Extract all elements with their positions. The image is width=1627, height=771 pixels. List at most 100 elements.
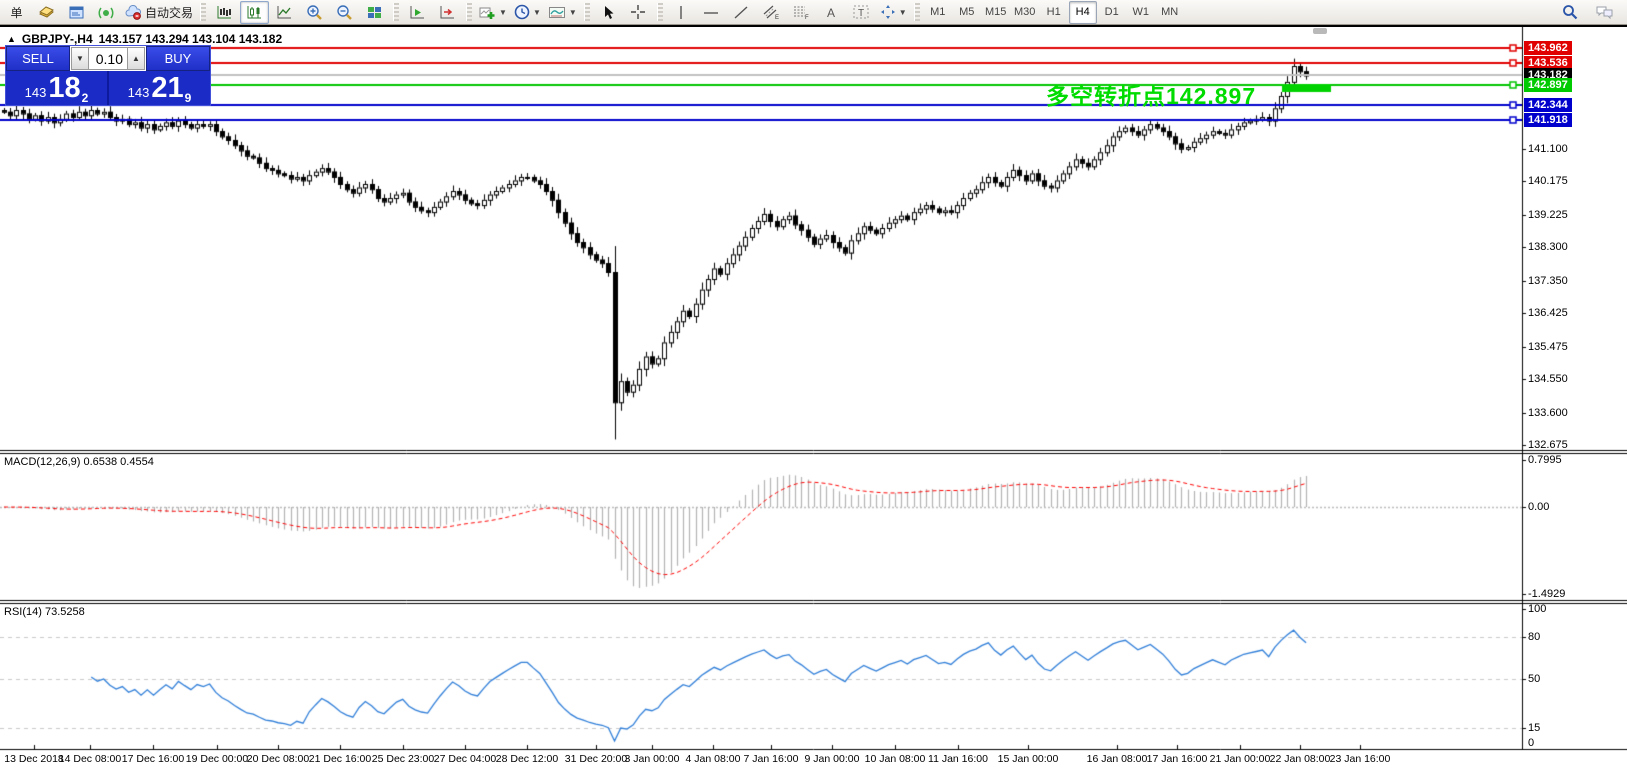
template-icon [548, 5, 566, 20]
rsi-indicator-label: RSI(14) 73.5258 [4, 606, 85, 618]
text-label-button[interactable]: T [847, 1, 876, 24]
price-axis-tick: 141.100 [1528, 143, 1568, 155]
indicators-add-icon [479, 5, 496, 20]
text-a-icon: A [824, 5, 838, 20]
time-axis-label: 19 Dec 00:00 [186, 753, 248, 765]
price-level-label[interactable]: 142.344 [1524, 98, 1572, 112]
price-axis-tick: 139.225 [1528, 209, 1568, 221]
fibonacci-button[interactable]: F [787, 1, 816, 24]
cursor-button[interactable] [594, 1, 623, 24]
autotrading-button[interactable]: 自动交易 [122, 1, 196, 24]
time-axis-label: 25 Dec 23:00 [372, 753, 434, 765]
time-axis-label: 21 Dec 16:00 [309, 753, 371, 765]
clock-icon [514, 4, 530, 20]
time-axis-label: 14 Dec 08:00 [59, 753, 121, 765]
templates-button[interactable]: ▼ [545, 1, 580, 24]
chart-shift-button[interactable] [433, 1, 462, 24]
signals-icon[interactable] [92, 1, 121, 24]
tile-windows-icon [366, 5, 383, 20]
price-level-label[interactable]: 143.962 [1524, 41, 1572, 55]
indicators-button[interactable]: ▼ [476, 1, 510, 24]
volume-input[interactable]: 0.10 [89, 47, 127, 70]
auto-scroll-button[interactable] [403, 1, 432, 24]
price-level-label[interactable]: 142.897 [1524, 78, 1572, 92]
rsi-axis-tick: 50 [1528, 673, 1540, 685]
time-axis-label: 4 Jan 08:00 [686, 753, 741, 765]
tile-windows-button[interactable] [360, 1, 389, 24]
symbol-name: GBPJPY-,H4 [22, 32, 93, 46]
chart-profile-icon[interactable] [32, 1, 61, 24]
volume-decrease-button[interactable]: ▼ [71, 47, 89, 70]
line-chart-icon [276, 5, 293, 20]
time-axis-label: 20 Dec 08:00 [247, 753, 309, 765]
timeframe-mn[interactable]: MN [1156, 1, 1184, 24]
auto-scroll-icon [409, 5, 426, 20]
bar-chart-button[interactable] [210, 1, 239, 24]
price-axis-tick: 133.600 [1528, 407, 1568, 419]
timeframe-h1[interactable]: H1 [1040, 1, 1068, 24]
autotrading-icon [125, 5, 143, 20]
timeframe-m30[interactable]: M30 [1011, 1, 1039, 24]
text-label-icon: T [852, 4, 870, 20]
zoom-in-button[interactable] [300, 1, 329, 24]
price-axis-tick: 136.425 [1528, 307, 1568, 319]
periods-button[interactable]: ▼ [511, 1, 544, 24]
timeframe-w1[interactable]: W1 [1127, 1, 1155, 24]
text-button[interactable]: A [817, 1, 846, 24]
crosshair-icon [630, 4, 646, 20]
chat-button[interactable] [1590, 1, 1619, 24]
volume-increase-button[interactable]: ▲ [127, 47, 145, 70]
chevron-down-icon: ▼ [569, 8, 577, 17]
svg-text:E: E [775, 15, 779, 20]
chart-shift-icon [439, 5, 456, 20]
search-button[interactable] [1555, 1, 1584, 24]
search-icon [1562, 4, 1578, 20]
time-axis-label: 7 Jan 16:00 [744, 753, 799, 765]
sell-price[interactable]: 143 18 2 [6, 71, 107, 105]
macd-axis-tick: -1.4929 [1528, 588, 1565, 600]
chart-shift-marker[interactable] [1313, 28, 1327, 34]
new-order-label: 单 [10, 4, 22, 21]
svg-text:F: F [805, 15, 809, 20]
sell-button[interactable]: SELL [6, 46, 70, 71]
buy-price[interactable]: 143 21 9 [109, 71, 210, 105]
symbol-collapse-icon[interactable]: ▲ [7, 34, 16, 44]
price-axis-tick: 138.300 [1528, 241, 1568, 253]
timeframe-m15[interactable]: M15 [982, 1, 1010, 24]
horizontal-line-button[interactable] [697, 1, 726, 24]
time-axis-label: 17 Jan 16:00 [1147, 753, 1208, 765]
arrows-button[interactable]: ▼ [877, 1, 910, 24]
new-order-button[interactable]: 单 [2, 1, 31, 24]
line-chart-button[interactable] [270, 1, 299, 24]
timeframe-d1[interactable]: D1 [1098, 1, 1126, 24]
zoom-out-button[interactable] [330, 1, 359, 24]
price-axis-tick: 135.475 [1528, 341, 1568, 353]
zoom-in-icon [306, 4, 323, 20]
rsi-axis-tick: 100 [1528, 603, 1546, 615]
sell-price-base: 143 [25, 83, 47, 103]
price-axis-tick: 134.550 [1528, 373, 1568, 385]
price-axis-tick: 132.675 [1528, 439, 1568, 451]
buy-button[interactable]: BUY [146, 46, 210, 71]
trendline-button[interactable] [727, 1, 756, 24]
crosshair-button[interactable] [624, 1, 653, 24]
timeframe-m1[interactable]: M1 [924, 1, 952, 24]
rsi-axis-tick: 15 [1528, 722, 1540, 734]
price-axis-tick: 140.175 [1528, 175, 1568, 187]
rsi-axis-tick: 0 [1528, 737, 1534, 749]
macd-indicator-label: MACD(12,26,9) 0.6538 0.4554 [4, 456, 154, 468]
trendline-icon [733, 5, 749, 20]
time-axis-label: 22 Jan 08:00 [1270, 753, 1331, 765]
time-axis-label: 28 Dec 12:00 [496, 753, 558, 765]
chart-window[interactable]: ▲ GBPJPY-,H4 143.157 143.294 143.104 143… [0, 25, 1627, 771]
symbol-header: ▲ GBPJPY-,H4 143.157 143.294 143.104 143… [7, 32, 282, 46]
timeframe-m5[interactable]: M5 [953, 1, 981, 24]
market-watch-icon[interactable] [62, 1, 91, 24]
vertical-line-button[interactable] [667, 1, 696, 24]
price-level-label[interactable]: 141.918 [1524, 113, 1572, 127]
arrows-icon [880, 4, 896, 20]
timeframe-h4[interactable]: H4 [1069, 1, 1097, 24]
chart-canvas[interactable] [0, 27, 1627, 771]
candlestick-chart-button[interactable] [240, 1, 269, 24]
equidistant-channel-button[interactable]: E [757, 1, 786, 24]
